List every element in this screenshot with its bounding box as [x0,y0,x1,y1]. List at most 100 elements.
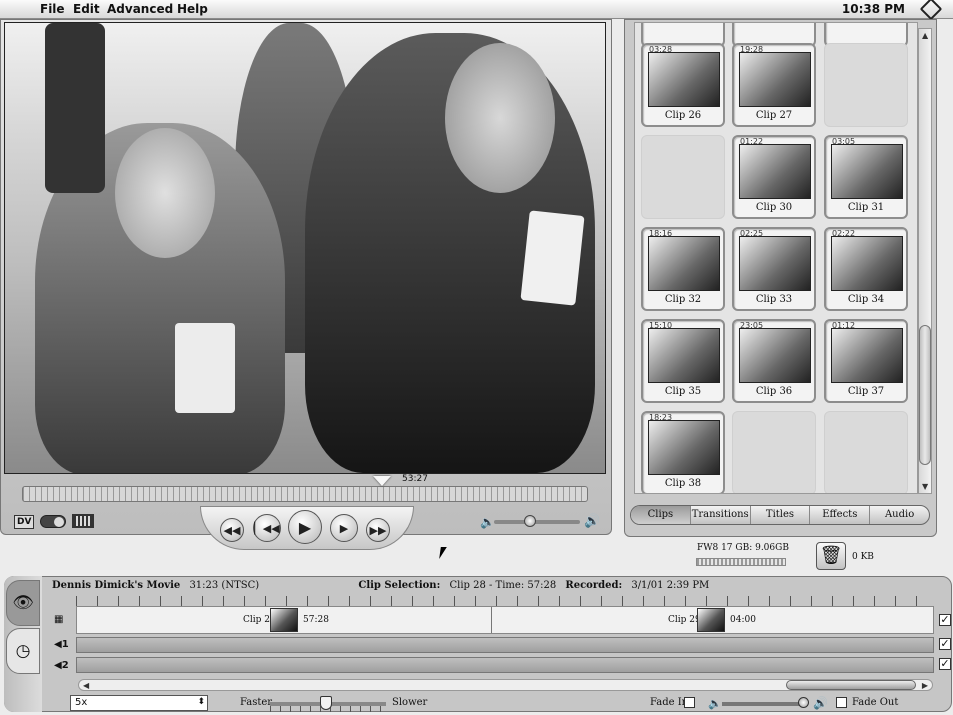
empty-clip-cell[interactable] [824,43,908,127]
tab-audio[interactable]: Audio [870,506,929,524]
audio-track-1-mute-checkbox[interactable]: ✓ [939,638,951,650]
volume-slider-track[interactable] [494,520,580,524]
scroll-down-icon[interactable]: ▼ [922,482,928,491]
trash-icon[interactable]: 🗑 [816,542,846,570]
menu-bar: File Edit Advanced Help 10:38 PM [0,0,953,21]
previous-clip-button[interactable]: ▏◀◀ [253,514,281,542]
clip-cell[interactable]: 02:22 Clip 34 [824,227,908,311]
clip-thumbnail [648,420,720,475]
audio-track-1-icon: ◀1 [54,639,69,650]
empty-clip-cell[interactable] [641,135,725,219]
volume-slider-knob[interactable] [524,515,536,527]
application-menu-icon[interactable] [919,0,943,21]
clip-name: Clip 33 [755,294,793,305]
play-fullscreen-button[interactable]: ▶ [330,514,358,542]
slower-label: Slower [392,697,428,708]
shelf-scrollbar-thumb[interactable] [919,325,931,465]
timeline-clip-name: Clip 29 [668,615,701,625]
clip-cell[interactable]: 02:25 Clip 33 [732,227,816,311]
menu-help[interactable]: Help [177,2,208,16]
clip-name: Clip 34 [847,294,885,305]
playhead-marker-icon[interactable] [373,476,391,486]
movie-title: Dennis Dimick's Movie [52,580,181,591]
timeline-zoom-value: 5x [75,697,88,708]
clip-thumbnail [648,328,720,383]
empty-clip-cell[interactable] [824,411,908,493]
fullscreen-play-icon[interactable] [72,514,94,528]
chevron-updown-icon: ⬍ [197,697,205,707]
recorded-value: 3/1/01 2:39 PM [631,580,710,591]
clip-volume-knob[interactable] [798,697,809,708]
faster-label: Faster [240,697,273,708]
audio-track-2-mute-checkbox[interactable]: ✓ [939,658,951,670]
clip-cell[interactable]: 01:22 Clip 30 [732,135,816,219]
fast-forward-button[interactable]: ▶▶ [366,518,390,542]
timeline-clip-thumbnail [270,608,298,632]
clip-name: Clip 32 [664,294,702,305]
timeline-clip-duration: 57:28 [303,615,329,625]
video-track-mute-checkbox[interactable]: ✓ [939,614,951,626]
clip-cell[interactable]: 15:10 Clip 35 [641,319,725,403]
mouse-pointer-icon [439,547,447,559]
clip-cell[interactable]: 18:16 Clip 32 [641,227,725,311]
fade-out-checkbox[interactable] [836,697,847,708]
audio-track-1[interactable] [76,637,934,653]
recorded-label: Recorded: [565,580,623,591]
disk-space-label: FW8 17 GB: 9.06GB [697,543,789,553]
rewind-button[interactable]: ◀◀ [220,518,244,542]
clips-shelf: 03:28 Clip 26 19:28 Clip 27 01:22 Clip 3… [634,22,918,494]
menu-edit[interactable]: Edit [73,2,100,16]
volume-low-icon: 🔈 [480,515,495,529]
clip-name: Clip 26 [664,110,702,121]
clip-name: Clip 38 [664,478,702,489]
scroll-up-icon[interactable]: ▲ [922,31,928,40]
clip-thumbnail [739,328,811,383]
timeline-clip[interactable]: Clip 28 57:28 [77,607,492,633]
clip-viewer-eye-icon[interactable]: 👁 [6,580,40,626]
clip-cell[interactable]: 19:28 Clip 27 [732,43,816,127]
fade-in-label: Fade In [650,697,689,708]
audio-track-2[interactable] [76,657,934,673]
speed-slider-knob[interactable] [320,696,332,710]
tab-titles[interactable]: Titles [751,506,811,524]
scroll-left-icon[interactable]: ◀ [83,681,89,690]
clip-name: Clip 36 [755,386,793,397]
clip-name: Clip 31 [847,202,885,213]
tab-clips[interactable]: Clips [631,506,691,524]
clip-cell[interactable]: 03:05 Clip 31 [824,135,908,219]
video-track[interactable]: Clip 28 57:28 Clip 29 04:00 [76,606,934,634]
menu-clock[interactable]: 10:38 PM [842,2,905,16]
menu-advanced[interactable]: Advanced [107,2,173,16]
timeline-viewer-clock-icon[interactable]: ◷ [6,628,40,674]
video-track-icon: ▦ [54,614,64,625]
timeline-zoom-select[interactable]: 5x ⬍ [70,695,208,711]
clip-cell[interactable]: 23:05 Clip 36 [732,319,816,403]
menu-file[interactable]: File [40,2,65,16]
clip-thumbnail [831,236,903,291]
clip-volume-slider[interactable] [722,702,808,706]
shelf-tab-bar: Clips Transitions Titles Effects Audio [630,505,930,525]
play-button[interactable]: ▶ [288,510,322,544]
volume-high-icon: 🔊 [584,514,601,529]
timeline-clip-duration: 04:00 [730,615,756,625]
clip-thumbnail [831,328,903,383]
tab-transitions[interactable]: Transitions [691,506,751,524]
scroll-right-icon[interactable]: ▶ [922,681,928,690]
timeline-clip[interactable]: Clip 29 04:00 [492,607,933,633]
fade-out-label: Fade Out [852,697,899,708]
clip-thumbnail [648,52,720,107]
clip-cell[interactable]: 01:12 Clip 37 [824,319,908,403]
clip-cell[interactable]: 18:23 Clip 38 [641,411,725,493]
clip-thumbnail [739,144,811,199]
clip-cell[interactable]: 03:28 Clip 26 [641,43,725,127]
video-preview [4,22,606,474]
timeline-scrollbar-thumb[interactable] [786,680,916,690]
timeline-clip-thumbnail [697,608,725,632]
clip-volume-low-icon: 🔈 [708,697,722,710]
fade-in-checkbox[interactable] [684,697,695,708]
playhead-scrubber[interactable] [22,486,588,502]
empty-clip-cell[interactable] [732,411,816,493]
camera-edit-mode-toggle[interactable] [40,515,66,528]
timeline-ruler[interactable] [76,596,934,606]
tab-effects[interactable]: Effects [810,506,871,524]
